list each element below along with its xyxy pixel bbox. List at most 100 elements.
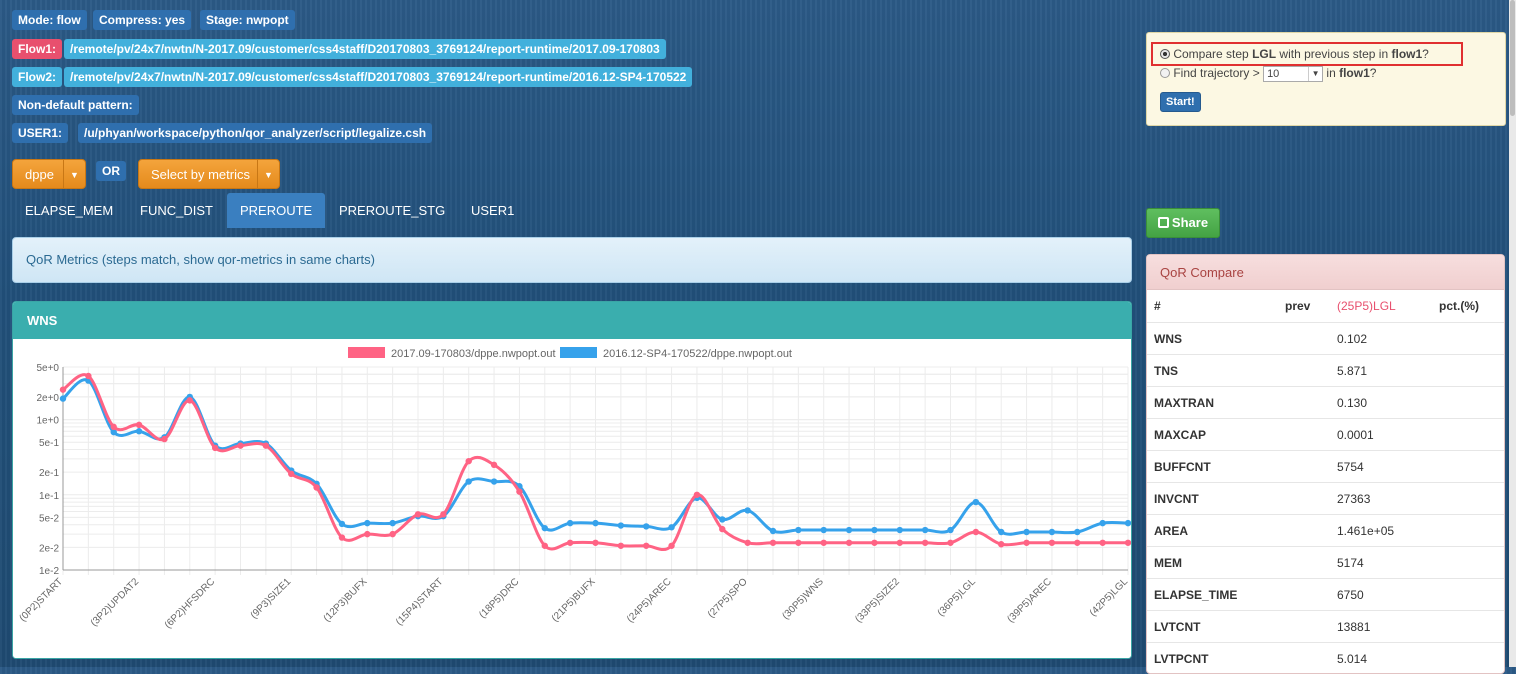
table-cell: 5.871 [1337, 364, 1368, 378]
col-header: pct.(%) [1439, 299, 1479, 313]
tab-preroute[interactable]: PREROUTE [227, 193, 326, 228]
data-point [1124, 519, 1131, 527]
tab-elapse-mem[interactable]: ELAPSE_MEM [12, 193, 126, 228]
data-point [541, 524, 548, 532]
table-cell: 0.0001 [1337, 428, 1374, 442]
radio-unchecked-icon[interactable] [1160, 68, 1170, 79]
table-row: LVTCNT 13881 [1147, 611, 1504, 643]
data-point [389, 530, 396, 538]
stage-badge: Stage: nwpopt [200, 10, 295, 30]
tab-func-dist[interactable]: FUNC_DIST [127, 193, 226, 228]
data-point [541, 542, 548, 549]
table-cell: 27363 [1337, 492, 1371, 506]
tab-user1[interactable]: USER1 [458, 193, 527, 228]
user1-path: /u/phyan/workspace/python/qor_analyzer/s… [78, 123, 433, 143]
y-tick-label: 1e-1 [39, 491, 59, 502]
table-cell: MEM [1154, 556, 1182, 570]
data-point [845, 539, 853, 546]
y-tick-label: 5e-1 [39, 438, 59, 449]
data-point [1124, 539, 1131, 546]
data-point [59, 395, 67, 402]
y-tick-label: 2e-1 [39, 468, 59, 479]
data-point [186, 397, 193, 404]
data-point [693, 491, 701, 498]
data-point [490, 478, 498, 485]
data-point [1048, 528, 1056, 536]
share-button[interactable]: Share [1146, 208, 1220, 238]
data-point [769, 539, 777, 546]
qor-compare-header-row: # prev (25P5)LGL pct.(%) [1147, 290, 1504, 323]
table-row: ELAPSE_TIME 6750 [1147, 579, 1504, 611]
data-point [237, 442, 244, 449]
flow1-label: Flow1: [12, 39, 62, 59]
data-point [947, 526, 954, 534]
table-row: MAXTRAN 0.130 [1147, 387, 1504, 419]
wns-chart-panel: WNS 5e+0 2e+0 1e+0 5e-1 2e-1 1e-1 5e-2 2e-2 1e-2… [12, 301, 1132, 659]
flow-option-dropdown[interactable]: dppe ▼ [12, 159, 86, 189]
mode-badge: Mode: flow [12, 10, 87, 30]
data-point [1074, 528, 1081, 536]
table-row: WNS 0.102 [1147, 323, 1504, 355]
caret-down-icon[interactable]: ▼ [257, 160, 279, 188]
or-label: OR [96, 161, 126, 181]
table-cell: AREA [1154, 524, 1189, 538]
data-point [845, 526, 853, 534]
select-arrow-icon[interactable]: ▼ [1308, 67, 1322, 81]
option-text: with previous step in [1279, 47, 1389, 61]
data-point [744, 539, 751, 546]
start-button[interactable]: Start! [1160, 92, 1201, 112]
data-point [566, 519, 574, 527]
scrollbar-thumb[interactable] [1510, 0, 1515, 116]
page-scrollbar[interactable] [1509, 0, 1516, 667]
data-point [617, 542, 625, 549]
find-trajectory-option[interactable]: Find trajectory > 10 ▼ in flow1? [1160, 66, 1376, 82]
compare-step-option[interactable]: Compare step LGL with previous step in f… [1160, 47, 1429, 61]
data-point [744, 507, 751, 514]
data-point [110, 423, 117, 431]
data-point [998, 541, 1005, 548]
table-cell: LVTPCNT [1154, 652, 1209, 666]
share-label: Share [1171, 215, 1209, 230]
data-point [262, 442, 270, 449]
data-point [896, 526, 903, 534]
data-point [288, 470, 295, 478]
flow2-label: Flow2: [12, 67, 62, 87]
legend-label: 2016.12-SP4-170522/dppe.nwpopt.out [603, 348, 792, 360]
data-point [313, 484, 320, 491]
data-point [211, 444, 219, 452]
table-cell: 5754 [1337, 460, 1364, 474]
data-point [820, 526, 827, 534]
table-row: MEM 5174 [1147, 547, 1504, 579]
qor-compare-title: QoR Compare [1147, 255, 1504, 290]
select-by-metrics-dropdown[interactable]: Select by metrics ▼ [138, 159, 280, 189]
y-tick-label: 5e+0 [36, 363, 59, 374]
dropdown-value: dppe [25, 167, 54, 182]
data-point [921, 539, 929, 546]
y-tick-label: 1e+0 [36, 416, 59, 427]
data-point [1048, 539, 1056, 546]
data-point [871, 526, 878, 534]
data-point [871, 539, 878, 546]
data-point [364, 530, 371, 538]
option-text: Find trajectory > [1173, 66, 1260, 81]
data-point [617, 522, 625, 529]
data-point [414, 511, 422, 518]
data-point [1023, 539, 1030, 546]
data-point [490, 461, 498, 469]
radio-checked-icon[interactable] [1160, 49, 1170, 59]
data-point [465, 478, 472, 485]
data-point [440, 511, 447, 518]
table-cell: 13881 [1337, 620, 1371, 634]
trajectory-count-select[interactable]: 10 ▼ [1263, 66, 1324, 82]
table-cell: MAXCAP [1154, 428, 1207, 442]
qor-metrics-info: QoR Metrics (steps match, show qor-metri… [12, 237, 1132, 283]
data-point [820, 539, 827, 546]
data-point [643, 523, 650, 530]
external-link-icon [1157, 217, 1169, 228]
table-cell: 5.014 [1337, 652, 1368, 666]
caret-down-icon[interactable]: ▼ [63, 160, 85, 188]
tab-preroute-stg[interactable]: PREROUTE_STG [326, 193, 458, 228]
qor-compare-panel: QoR Compare # prev (25P5)LGL pct.(%) WNS… [1146, 254, 1505, 674]
nondefault-pattern-label: Non-default pattern: [12, 95, 139, 115]
table-row: LVTPCNT 5.014 [1147, 643, 1504, 673]
